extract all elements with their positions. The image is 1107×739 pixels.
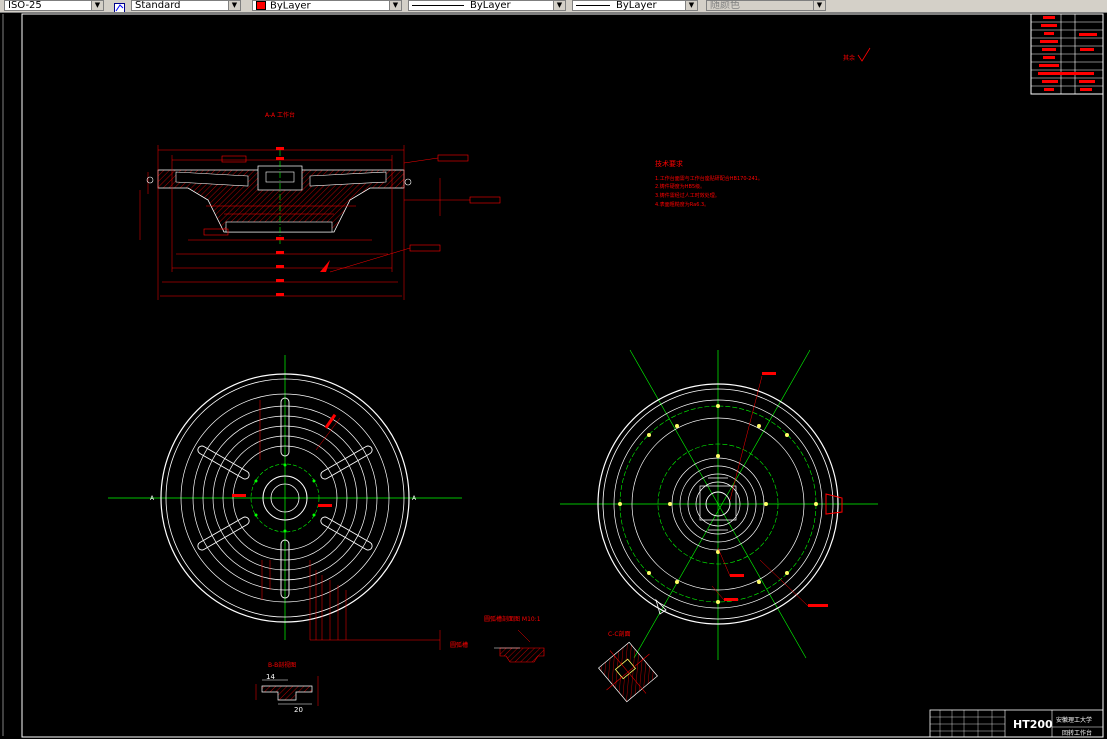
textstyle-icon[interactable] <box>114 0 125 12</box>
part-name: 回转工作台 <box>1062 729 1092 737</box>
title-block: HT200 安徽理工大学 回转工作台 <box>929 709 1104 738</box>
section-mark-a-right: A <box>412 495 417 502</box>
section-cc-view: C-C剖面 <box>598 630 658 703</box>
material-label: HT200 <box>1013 718 1053 731</box>
section-aa-label: A-A 工作台 <box>265 111 295 119</box>
lineweight-sample <box>576 4 610 6</box>
chevron-down-icon[interactable]: ▼ <box>389 1 401 10</box>
revision-table <box>1030 13 1104 95</box>
section-cc-label: C-C剖面 <box>608 630 631 638</box>
dimstyle-dropdown[interactable]: ISO-25 ▼ <box>4 0 104 11</box>
dimstyle-value: ISO-25 <box>8 0 42 11</box>
tech-req-line-3: 3.铸件需经过人工时效处理。 <box>655 192 720 199</box>
tech-req-line-1: 1.工作台面需与工作台座贴研配合HB170-241。 <box>655 175 763 182</box>
plotstyle-value: 随颜色 <box>710 0 740 11</box>
lineweight-dropdown[interactable]: ByLayer ▼ <box>572 0 698 11</box>
drawing-frame <box>21 13 1104 738</box>
groove-section-detail: 圆弧槽剖面图 M10:1 <box>484 615 545 663</box>
chevron-down-icon[interactable]: ▼ <box>553 1 565 10</box>
section-mark-a-left: A <box>150 495 155 502</box>
groove-section-label: 圆弧槽剖面图 M10:1 <box>484 615 541 623</box>
chevron-down-icon[interactable]: ▼ <box>228 1 240 10</box>
linetype-value: ByLayer <box>470 0 511 11</box>
chevron-down-icon[interactable]: ▼ <box>91 1 103 10</box>
plotstyle-dropdown[interactable]: 随颜色 ▼ <box>706 0 826 11</box>
tech-req-title: 技术要求 <box>655 159 683 168</box>
roughness-symbol: 其余 <box>843 47 871 62</box>
section-bb-label: B-B剖视图 <box>268 661 296 669</box>
section-bb-view: B-B剖视图 14 20 <box>255 661 319 714</box>
dim-20: 20 <box>294 706 303 714</box>
chevron-down-icon[interactable]: ▼ <box>685 1 697 10</box>
groove-label: 圆弧槽 <box>450 641 468 649</box>
tech-req-line-4: 4.表面粗糙度为Ra6.3。 <box>655 201 709 208</box>
color-value: ByLayer <box>270 0 311 11</box>
school-name: 安徽理工大学 <box>1056 716 1092 724</box>
textstyle-dropdown[interactable]: Standard ▼ <box>131 0 241 11</box>
textstyle-value: Standard <box>135 0 181 11</box>
chevron-down-icon[interactable]: ▼ <box>813 1 825 10</box>
color-dropdown[interactable]: ByLayer ▼ <box>252 0 402 11</box>
section-aa-view: A-A 工作台 <box>139 111 501 300</box>
tech-req-line-2: 2.铸件硬度为HB5级。 <box>655 183 705 190</box>
plan-view-right <box>560 349 878 660</box>
linetype-dropdown[interactable]: ByLayer ▼ <box>408 0 566 11</box>
technical-requirements: 技术要求 1.工作台面需与工作台座贴研配合HB170-241。 2.铸件硬度为H… <box>655 159 763 208</box>
dim-14: 14 <box>266 673 275 681</box>
color-swatch <box>256 1 266 10</box>
linetype-sample <box>412 4 464 6</box>
lineweight-value: ByLayer <box>616 0 657 11</box>
roughness-label: 其余 <box>843 54 855 62</box>
plan-view-left: A A 圆弧槽 <box>108 355 468 650</box>
drawing-canvas[interactable]: 其余 技术要求 1.工作台面需与工作台座贴研配合HB170-241。 2.铸件硬… <box>0 12 1107 739</box>
